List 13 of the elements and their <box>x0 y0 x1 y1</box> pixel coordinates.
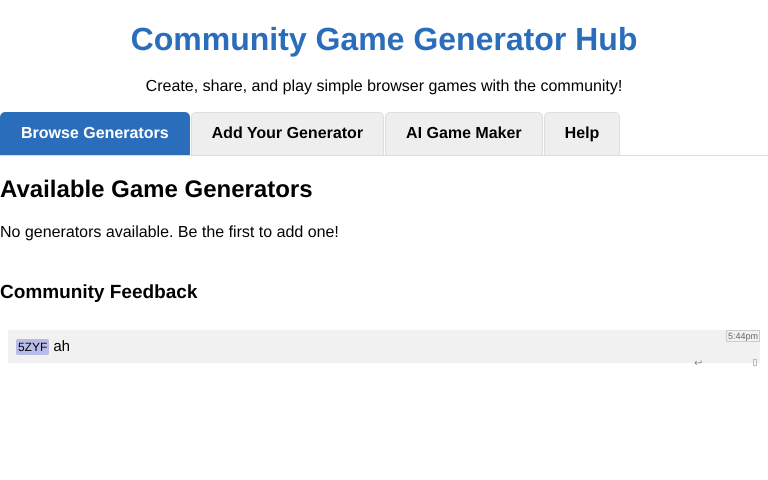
tab[interactable]: Add Your Generator <box>190 112 384 155</box>
tab[interactable]: Help <box>544 112 620 155</box>
user-tag: 5ZYF <box>16 338 50 354</box>
section-heading: Available Game Generators <box>0 176 314 204</box>
message-text: ah <box>53 338 70 355</box>
tab[interactable]: Browse Generators <box>0 112 190 155</box>
tab[interactable]: AI Game Maker <box>385 112 543 155</box>
message-time: 5:44pm <box>726 330 760 342</box>
page-subtitle: Create, share, and play simple browser games with the community! <box>144 78 624 96</box>
section-heading: Community Feedback <box>0 282 198 304</box>
empty-message: No generators available. Be the first to add one! <box>0 224 340 242</box>
page-title: Community Game Generator Hub <box>130 20 638 58</box>
box-icon <box>753 359 757 366</box>
